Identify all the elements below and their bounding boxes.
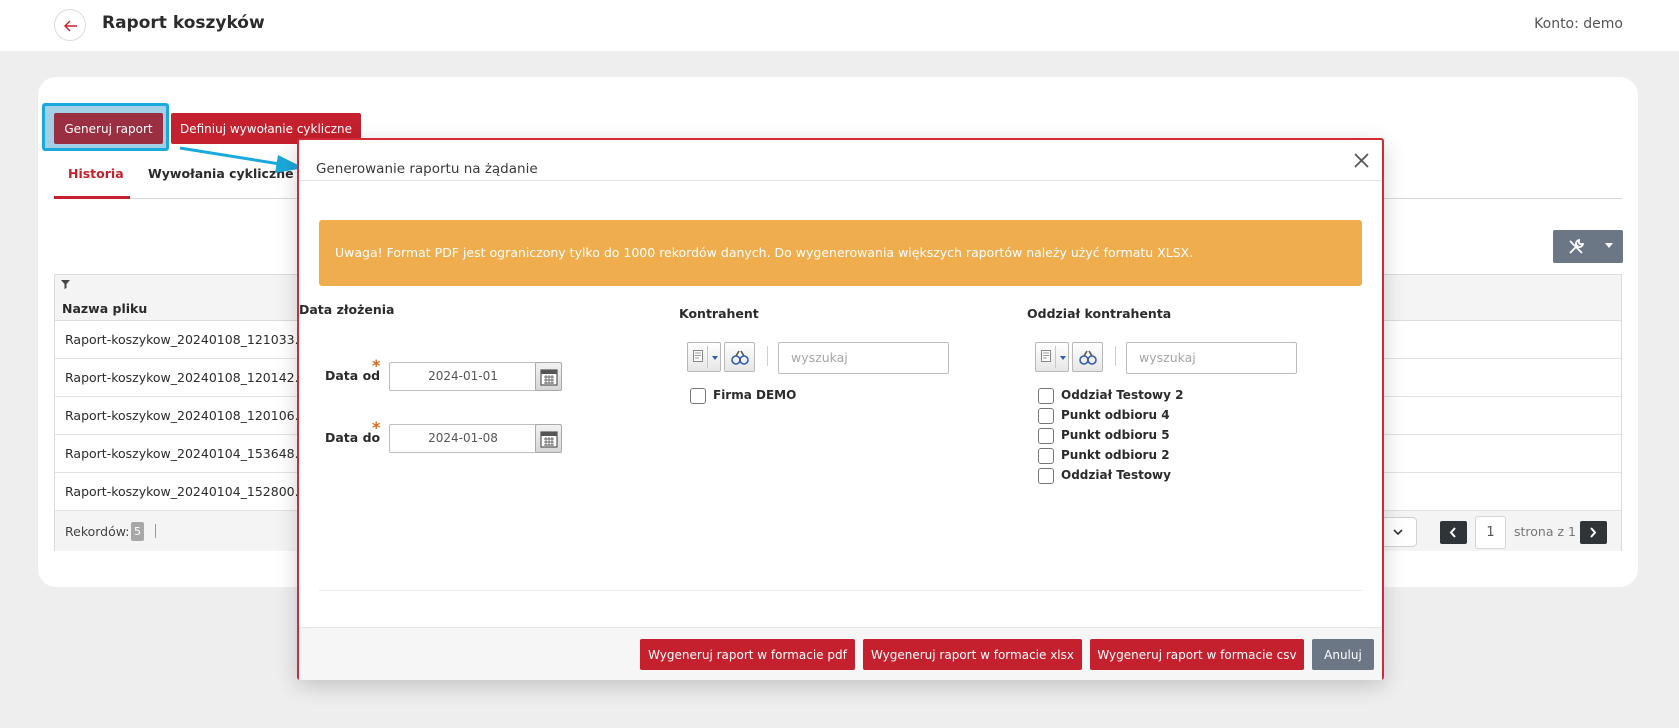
contractor-label: Kontrahent <box>679 306 759 321</box>
branch-search-button[interactable] <box>1072 342 1103 372</box>
modal-header: Generowanie raportu na żądanie <box>299 140 1382 181</box>
tools-dropdown-button[interactable] <box>1553 230 1623 263</box>
branch-checkbox[interactable] <box>1038 428 1054 444</box>
contractor-search-input[interactable]: wyszukaj <box>778 342 949 374</box>
branch-option-label: Punkt odbioru 4 <box>1061 408 1170 422</box>
records-label: Rekordów: <box>65 524 130 539</box>
divider <box>1055 346 1056 368</box>
page-size-select[interactable] <box>1381 517 1417 547</box>
branch-select-button[interactable] <box>1035 342 1069 372</box>
generate-csv-button[interactable]: Wygeneruj raport w formacie csv <box>1090 639 1304 670</box>
chevron-down-icon <box>712 356 718 360</box>
divider <box>319 590 1362 591</box>
date-from-input[interactable]: 2024-01-01 <box>389 362 537 391</box>
back-button[interactable] <box>54 9 86 41</box>
close-icon[interactable] <box>1353 152 1370 169</box>
chevron-right-icon <box>1590 527 1597 538</box>
divider <box>155 524 156 538</box>
date-section-label: Data złożenia <box>299 302 395 317</box>
column-header-filename[interactable]: Nazwa pliku <box>62 301 147 316</box>
binoculars-icon <box>1079 350 1097 365</box>
contractor-checkbox[interactable] <box>690 388 706 404</box>
branch-checkbox[interactable] <box>1038 388 1054 404</box>
chevron-down-icon <box>1393 529 1403 536</box>
records-count-badge: 5 <box>131 522 144 541</box>
branch-checkbox[interactable] <box>1038 448 1054 464</box>
date-to-input[interactable]: 2024-01-08 <box>389 424 537 453</box>
active-tab-indicator <box>54 196 130 199</box>
branch-checkbox[interactable] <box>1038 468 1054 484</box>
generate-report-modal: Generowanie raportu na żądanie Uwaga! Fo… <box>297 138 1384 680</box>
generate-pdf-button[interactable]: Wygeneruj raport w formacie pdf <box>640 639 855 670</box>
next-page-button[interactable] <box>1580 521 1607 544</box>
generate-report-button[interactable]: Generuj raport <box>54 113 163 144</box>
annotation-arrow-icon <box>179 146 304 173</box>
divider <box>767 346 768 366</box>
branch-option-label: Punkt odbioru 2 <box>1061 448 1170 462</box>
calendar-icon <box>540 431 558 448</box>
tools-icon <box>1569 238 1585 254</box>
divider <box>707 346 708 368</box>
alert-text: Uwaga! Format PDF jest ograniczony tylko… <box>335 245 1194 260</box>
date-from-calendar-button[interactable] <box>535 362 562 391</box>
filter-icon[interactable] <box>61 280 70 289</box>
branch-checkbox[interactable] <box>1038 408 1054 424</box>
document-icon <box>693 350 703 362</box>
contractor-option-label: Firma DEMO <box>713 388 797 402</box>
required-mark: * <box>372 356 381 375</box>
chevron-down-icon <box>1060 356 1066 360</box>
branch-label: Oddział kontrahenta <box>1027 306 1172 321</box>
required-mark: * <box>372 418 381 437</box>
previous-page-button[interactable] <box>1440 521 1467 544</box>
top-bar: Raport koszyków Konto: demo <box>0 0 1679 51</box>
chevron-down-icon <box>1605 243 1613 248</box>
arrow-left-icon <box>64 20 77 32</box>
branch-option-label: Punkt odbioru 5 <box>1061 428 1170 442</box>
modal-title: Generowanie raportu na żądanie <box>316 161 538 177</box>
document-icon <box>1041 350 1051 362</box>
page-of-label: strona z 1 <box>1514 524 1576 539</box>
binoculars-icon <box>731 350 749 365</box>
branch-option-label: Oddział Testowy <box>1061 468 1171 482</box>
page-title: Raport koszyków <box>102 13 265 33</box>
date-to-calendar-button[interactable] <box>535 424 562 453</box>
generate-xlsx-button[interactable]: Wygeneruj raport w formacie xlsx <box>863 639 1082 670</box>
contractor-search-button[interactable] <box>724 342 755 372</box>
contractor-select-button[interactable] <box>687 342 721 372</box>
calendar-icon <box>540 369 558 386</box>
divider <box>1115 346 1116 366</box>
pdf-limit-alert: Uwaga! Format PDF jest ograniczony tylko… <box>319 220 1362 286</box>
page-number-input[interactable]: 1 <box>1475 516 1506 549</box>
branch-search-input[interactable]: wyszukaj <box>1126 342 1297 374</box>
cancel-button[interactable]: Anuluj <box>1312 639 1374 670</box>
chevron-left-icon <box>1449 527 1456 538</box>
tab-history[interactable]: Historia <box>68 166 124 181</box>
modal-footer: Wygeneruj raport w formacie pdf Wygeneru… <box>299 627 1382 680</box>
account-label: Konto: demo <box>1534 16 1623 32</box>
branch-option-label: Oddział Testowy 2 <box>1061 388 1184 402</box>
